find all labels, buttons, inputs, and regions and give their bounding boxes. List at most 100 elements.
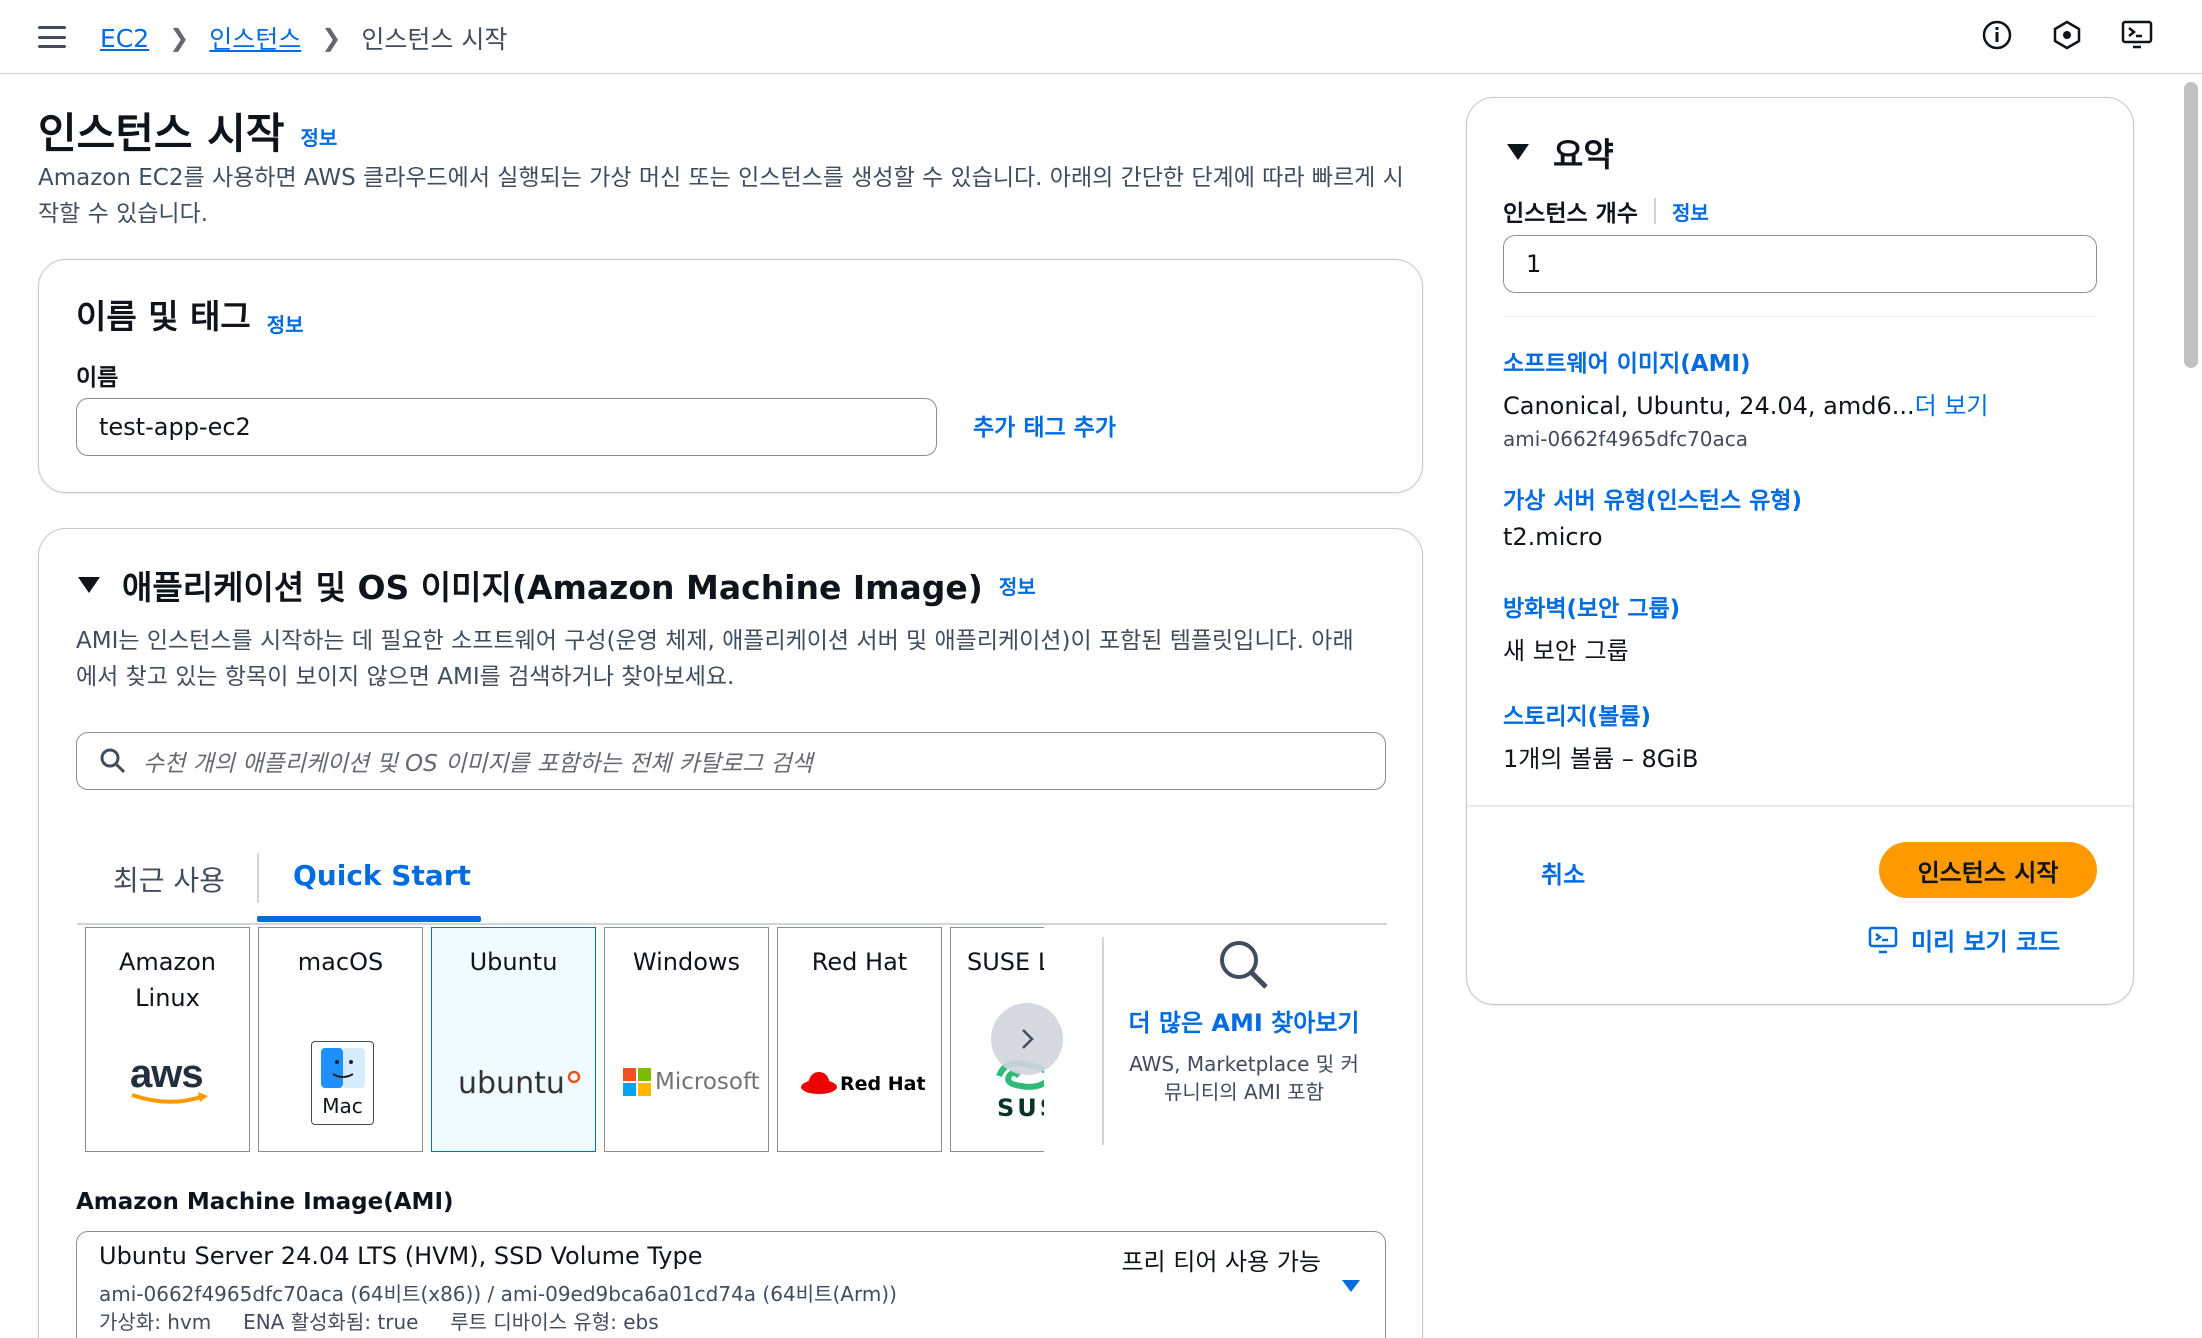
tab-quick-start[interactable]: Quick Start bbox=[293, 859, 471, 892]
add-tag-link[interactable]: 추가 태그 추가 bbox=[973, 408, 1116, 442]
summary-title: 요약 bbox=[1553, 135, 1614, 174]
name-input[interactable]: test-app-ec2 bbox=[76, 398, 937, 456]
free-tier-badge: 프리 티어 사용 가능 bbox=[1121, 1248, 1321, 1276]
ami-search-placeholder: 수천 개의 애플리케이션 및 OS 이미지를 포함하는 전체 카탈로그 검색 bbox=[143, 751, 813, 777]
code-preview-icon bbox=[1868, 926, 1898, 953]
os-name-macos: macOS bbox=[297, 948, 384, 976]
summary-divider bbox=[1503, 316, 2097, 317]
summary-ami-value: Canonical, Ubuntu, 24.04, amd6...더 보기 bbox=[1503, 386, 1988, 421]
summary-panel: 요약 인스턴스 개수 정보 1 소프트웨어 이미지(AMI) Canonical… bbox=[1466, 97, 2134, 1005]
os-name-suse: SUSE L bbox=[967, 948, 1044, 976]
ami-select-name: Ubuntu Server 24.04 LTS (HVM), SSD Volum… bbox=[99, 1242, 703, 1270]
os-tile-macos[interactable]: macOS Mac bbox=[258, 927, 423, 1152]
summary-sg-value: 새 보안 그룹 bbox=[1503, 637, 1629, 665]
summary-storage-value: 1개의 볼륨 – 8GiB bbox=[1503, 745, 1699, 773]
summary-security-group: 방화벽(보안 그룹) 새 보안 그룹 bbox=[1503, 589, 1680, 666]
scrollbar-thumb[interactable] bbox=[2184, 82, 2198, 368]
browse-desc-line1: AWS, Marketplace 및 커 bbox=[1129, 1052, 1359, 1076]
os-name-text: Amazon Linux bbox=[119, 948, 216, 1012]
carousel-next-button[interactable] bbox=[991, 1003, 1063, 1075]
browse-more-ami: 더 많은 AMI 찾아보기 AWS, Marketplace 및 커 뮤니티의 … bbox=[1104, 937, 1384, 1106]
ami-select[interactable]: Ubuntu Server 24.04 LTS (HVM), SSD Volum… bbox=[76, 1231, 1386, 1338]
tab-active-underline bbox=[257, 916, 481, 922]
summary-ami-value-text: Canonical, Ubuntu, 24.04, amd6... bbox=[1503, 392, 1915, 420]
microsoft-logo-text: Microsoft bbox=[655, 1069, 760, 1095]
os-tile-amazon-linux[interactable]: Amazon Linux aws bbox=[85, 927, 250, 1152]
page-description: Amazon EC2를 사용하면 AWS 클라우드에서 실행되는 가상 머신 또… bbox=[38, 160, 1428, 232]
summary-ami-link[interactable]: 소프트웨어 이미지(AMI) bbox=[1503, 344, 1988, 378]
summary-instance-type: 가상 서버 유형(인스턴스 유형) t2.micro bbox=[1503, 481, 1802, 551]
caret-down-icon[interactable] bbox=[76, 575, 102, 595]
aws-logo-icon: aws bbox=[130, 1052, 208, 1104]
name-and-tags-card: 이름 및 태그 정보 이름 test-app-ec2 추가 태그 추가 bbox=[38, 259, 1423, 493]
instance-count-input[interactable]: 1 bbox=[1503, 235, 2097, 293]
os-name-ubuntu: Ubuntu bbox=[469, 948, 558, 976]
name-label: 이름 bbox=[76, 365, 119, 391]
summary-ami-more-link[interactable]: 더 보기 bbox=[1915, 392, 1989, 420]
summary-ami: 소프트웨어 이미지(AMI) Canonical, Ubuntu, 24.04,… bbox=[1503, 344, 1988, 451]
mac-logo-icon: Mac bbox=[311, 1041, 374, 1125]
breadcrumb-current: 인스턴스 시작 bbox=[361, 25, 508, 54]
summary-storage: 스토리지(볼륨) 1개의 볼륨 – 8GiB bbox=[1503, 697, 1698, 774]
summary-ami-id: ami-0662f4965dfc70aca bbox=[1503, 427, 1749, 451]
redhat-logo-icon: Red Hat bbox=[800, 1070, 926, 1098]
breadcrumb-ec2[interactable]: EC2 bbox=[100, 24, 149, 53]
page-title: 인스턴스 시작 정보 bbox=[38, 100, 337, 161]
ami-title: 애플리케이션 및 OS 이미지(Amazon Machine Image) bbox=[122, 568, 983, 607]
ami-search-input[interactable]: 수천 개의 애플리케이션 및 OS 이미지를 포함하는 전체 카탈로그 검색 bbox=[76, 732, 1386, 790]
cancel-button[interactable]: 취소 bbox=[1541, 855, 1585, 890]
summary-storage-link[interactable]: 스토리지(볼륨) bbox=[1503, 697, 1698, 731]
page-desc-line2: 작할 수 있습니다. bbox=[38, 201, 209, 227]
mac-logo-text: Mac bbox=[322, 1094, 363, 1118]
redhat-logo-text: Red Hat bbox=[840, 1073, 926, 1095]
summary-heading: 요약 bbox=[1505, 128, 1614, 176]
caret-down-icon bbox=[1342, 1280, 1360, 1292]
ami-info-link[interactable]: 정보 bbox=[999, 571, 1036, 600]
instance-count-info-link[interactable]: 정보 bbox=[1672, 197, 1709, 226]
summary-footer-divider bbox=[1467, 805, 2133, 807]
instance-count-label: 인스턴스 개수 정보 bbox=[1503, 194, 1709, 228]
preview-code-button[interactable]: 미리 보기 코드 bbox=[1867, 922, 2060, 957]
chevron-right-icon: ❯ bbox=[321, 24, 342, 52]
caret-down-icon[interactable] bbox=[1505, 142, 1531, 162]
summary-type-link[interactable]: 가상 서버 유형(인스턴스 유형) bbox=[1503, 481, 1802, 515]
settings-hexagon-icon[interactable] bbox=[2050, 18, 2084, 52]
tab-recent[interactable]: 최근 사용 bbox=[113, 859, 225, 899]
breadcrumb: EC2 ❯ 인스턴스 ❯ 인스턴스 시작 bbox=[100, 20, 507, 56]
summary-sg-link[interactable]: 방화벽(보안 그룹) bbox=[1503, 589, 1680, 623]
top-navigation-bar: EC2 ❯ 인스턴스 ❯ 인스턴스 시작 bbox=[0, 0, 2202, 74]
aws-logo-text: aws bbox=[130, 1052, 204, 1096]
breadcrumb-instances[interactable]: 인스턴스 bbox=[209, 20, 301, 56]
search-icon bbox=[1220, 941, 1268, 989]
microsoft-logo-icon: Microsoft bbox=[623, 1068, 760, 1096]
ami-select-meta: 가상화: hvm ENA 활성화됨: true 루트 디바이스 유형: ebs bbox=[99, 1310, 659, 1334]
os-tile-ubuntu[interactable]: Ubuntu ubuntu bbox=[431, 927, 596, 1152]
launch-instance-button[interactable]: 인스턴스 시작 bbox=[1879, 842, 2097, 898]
suse-logo-text: SUS bbox=[997, 1094, 1044, 1122]
os-tile-windows[interactable]: Windows Microsoft bbox=[604, 927, 769, 1152]
chevron-right-icon bbox=[1022, 1029, 1034, 1049]
cloudshell-icon[interactable] bbox=[2120, 18, 2154, 52]
ami-select-ids: ami-0662f4965dfc70aca (64비트(x86)) / ami-… bbox=[99, 1282, 897, 1306]
preview-code-label: 미리 보기 코드 bbox=[1911, 928, 2061, 956]
page-title-text: 인스턴스 시작 bbox=[38, 109, 285, 158]
page-info-link[interactable]: 정보 bbox=[300, 126, 337, 150]
ubuntu-logo-text: ubuntu bbox=[458, 1066, 565, 1101]
os-name-redhat: Red Hat bbox=[811, 948, 908, 976]
os-name-windows: Windows bbox=[632, 948, 741, 976]
name-tags-title: 이름 및 태그 bbox=[76, 297, 251, 336]
menu-icon[interactable] bbox=[38, 26, 66, 48]
os-name-amazon-linux: Amazon Linux bbox=[86, 944, 249, 1016]
os-tile-redhat[interactable]: Red Hat Red Hat bbox=[777, 927, 942, 1152]
ami-card: 애플리케이션 및 OS 이미지(Amazon Machine Image) 정보 … bbox=[38, 528, 1423, 1338]
ami-description: AMI는 인스턴스를 시작하는 데 필요한 소프트웨어 구성(운영 체제, 애플… bbox=[76, 623, 1396, 695]
browse-desc-line2: 뮤니티의 AMI 포함 bbox=[1164, 1080, 1324, 1104]
name-tags-info-link[interactable]: 정보 bbox=[267, 313, 304, 337]
summary-type-value: t2.micro bbox=[1503, 523, 1603, 551]
browse-more-desc: AWS, Marketplace 및 커 뮤니티의 AMI 포함 bbox=[1104, 1050, 1384, 1106]
search-icon bbox=[100, 748, 126, 774]
tab-divider bbox=[257, 853, 259, 903]
browse-more-link[interactable]: 더 많은 AMI 찾아보기 bbox=[1104, 1003, 1384, 1038]
ami-select-label: Amazon Machine Image(AMI) bbox=[76, 1189, 454, 1215]
info-icon[interactable] bbox=[1980, 18, 2014, 52]
